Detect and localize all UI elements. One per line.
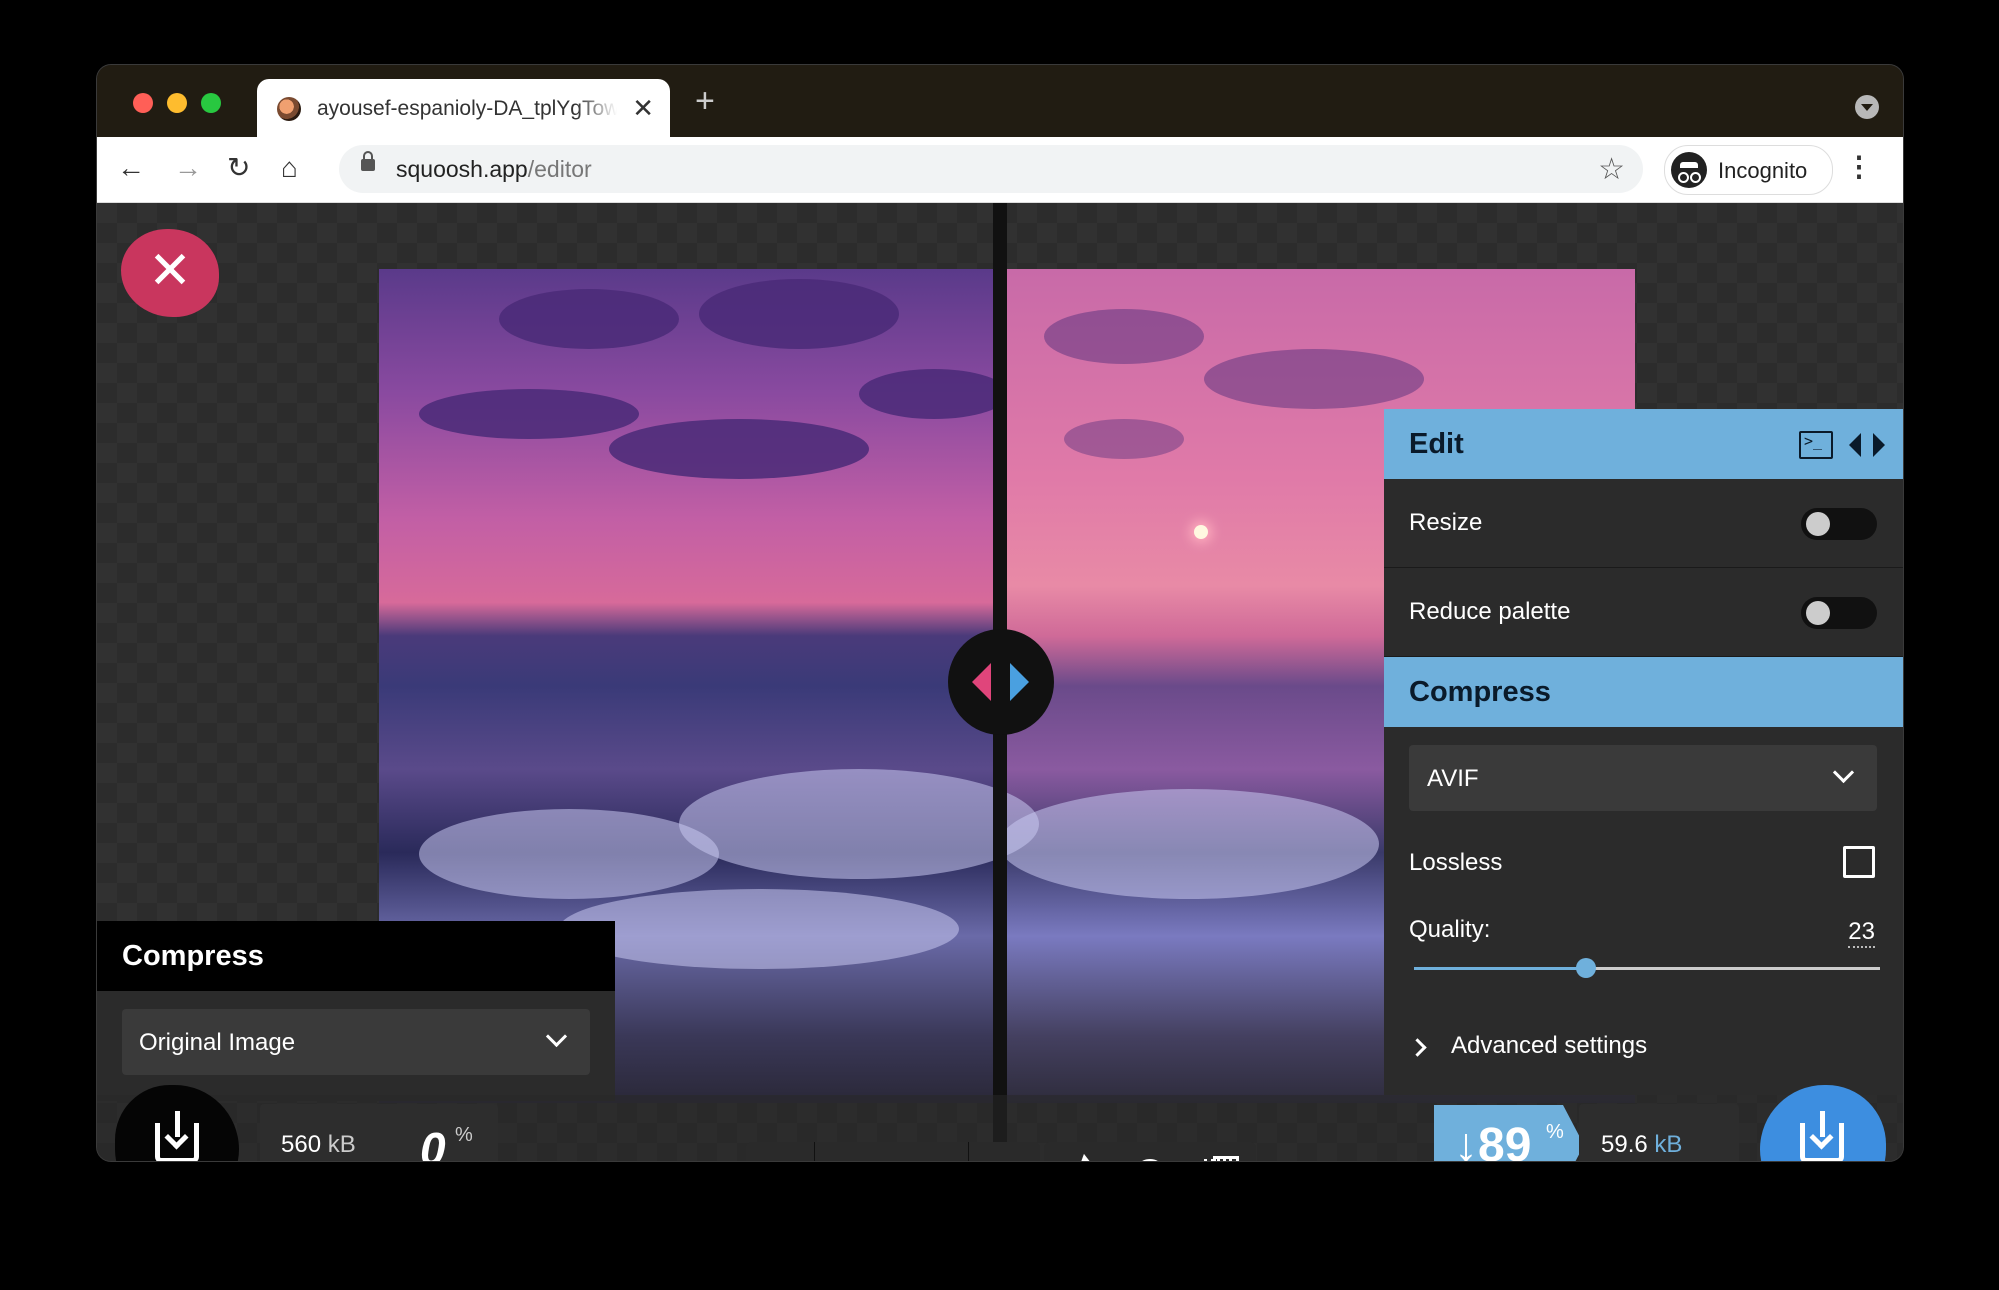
divider <box>968 1142 969 1161</box>
original-percent-symbol: % <box>455 1124 473 1146</box>
arrow-left-icon <box>972 663 991 701</box>
original-size: 560 kB <box>281 1131 356 1158</box>
window-close-button[interactable] <box>133 93 153 113</box>
wave-foam <box>419 809 719 899</box>
reduce-palette-toggle[interactable] <box>1801 597 1877 629</box>
crop-icon <box>1204 1156 1239 1161</box>
compressed-size: 59.6 kB <box>1601 1131 1683 1158</box>
window-maximize-button[interactable] <box>201 93 221 113</box>
quality-slider-thumb[interactable] <box>1576 958 1597 978</box>
divider <box>814 1142 815 1161</box>
incognito-profile-button[interactable]: Incognito <box>1664 145 1833 195</box>
wave-foam <box>999 789 1379 899</box>
left-codec-value: Original Image <box>139 1029 296 1056</box>
terminal-icon[interactable] <box>1799 431 1833 459</box>
original-percent: 0 <box>420 1123 446 1161</box>
rotate-button[interactable] <box>1044 1142 1114 1161</box>
background-toggle-button[interactable] <box>1114 1142 1184 1161</box>
browser-menu-icon[interactable]: ⋮ <box>1845 149 1873 185</box>
active-tab[interactable]: ayousef-espanioly-DA_tplYgTow ✕ <box>257 79 670 137</box>
url-text: squoosh.app/editor <box>396 156 592 182</box>
savings-percent: ↓89 <box>1454 1119 1532 1161</box>
quality-value-input[interactable]: 23 <box>1848 918 1875 948</box>
new-tab-button[interactable]: + <box>695 83 715 119</box>
left-compress-title: Compress <box>122 940 264 972</box>
tab-strip: ayousef-espanioly-DA_tplYgTow ✕ + <box>97 65 1903 137</box>
zoom-controls: − 30 % + <box>746 1142 1040 1161</box>
resize-label: Resize <box>1409 509 1483 536</box>
favicon-icon <box>277 97 301 121</box>
circle-icon <box>1134 1159 1166 1161</box>
close-editor-button[interactable]: ✕ <box>121 229 219 317</box>
lock-icon[interactable] <box>361 151 375 171</box>
wave-foam <box>559 889 959 969</box>
tab-search-icon[interactable] <box>1855 95 1879 119</box>
compressed-size-box: 59.6 kB <box>1579 1104 1739 1161</box>
chevron-down-icon <box>545 1025 568 1048</box>
savings-badge: ↓89 % <box>1434 1105 1584 1161</box>
codec-value: AVIF <box>1427 765 1479 792</box>
cloud-shape <box>1044 309 1204 364</box>
wave-foam <box>679 769 1039 879</box>
quality-label: Quality: <box>1409 916 1491 943</box>
zoom-in-button[interactable]: + <box>986 1154 1006 1161</box>
incognito-label: Incognito <box>1718 158 1808 183</box>
zoom-value-input[interactable]: 30 <box>862 1160 888 1161</box>
swap-sides-icon[interactable] <box>1849 433 1885 457</box>
view-tools <box>1044 1142 1256 1161</box>
zoom-out-button[interactable]: − <box>766 1156 785 1161</box>
edit-title: Edit <box>1409 428 1464 460</box>
back-icon[interactable]: ← <box>117 151 145 185</box>
address-bar[interactable]: squoosh.app/editor ☆ <box>339 145 1643 193</box>
incognito-icon <box>1671 152 1707 188</box>
cloud-shape <box>1204 349 1424 409</box>
crop-button[interactable] <box>1184 1142 1254 1161</box>
codec-select[interactable]: AVIF <box>1409 745 1877 811</box>
cloud-shape <box>419 389 639 439</box>
left-options-panel: Compress Original Image <box>97 921 615 1101</box>
split-drag-handle[interactable] <box>948 629 1054 735</box>
tab-close-icon[interactable]: ✕ <box>632 93 654 123</box>
resize-toggle[interactable] <box>1801 508 1877 540</box>
cloud-shape <box>699 279 899 349</box>
compress-title: Compress <box>1409 676 1551 708</box>
quality-slider-fill <box>1414 967 1587 970</box>
rotate-icon <box>1065 1158 1095 1161</box>
arrow-right-icon <box>1010 663 1029 701</box>
quality-slider[interactable] <box>1414 958 1880 978</box>
sun-shape <box>1194 525 1208 539</box>
cloud-shape <box>1064 419 1184 459</box>
chevron-down-icon <box>1832 761 1855 784</box>
download-icon <box>1800 1111 1844 1161</box>
bookmark-star-icon[interactable]: ☆ <box>1598 152 1625 187</box>
original-size-box: 560 kB 0 % <box>260 1104 498 1161</box>
reload-icon[interactable]: ↻ <box>227 151 250 185</box>
browser-window: ayousef-espanioly-DA_tplYgTow ✕ + ← → ↻ … <box>97 65 1903 1161</box>
advanced-settings-toggle[interactable]: Advanced settings <box>1451 1032 1647 1060</box>
reduce-palette-row: Reduce palette <box>1384 568 1903 657</box>
edit-header: Edit <box>1384 409 1903 479</box>
resize-row: Resize <box>1384 479 1903 568</box>
download-icon <box>155 1111 199 1161</box>
window-minimize-button[interactable] <box>167 93 187 113</box>
reduce-palette-label: Reduce palette <box>1409 598 1571 625</box>
left-codec-select[interactable]: Original Image <box>122 1009 590 1075</box>
lossless-checkbox[interactable] <box>1843 846 1875 878</box>
home-icon[interactable]: ⌂ <box>281 151 298 185</box>
close-icon: ✕ <box>148 242 192 300</box>
left-compress-header: Compress <box>97 921 615 991</box>
editor-canvas[interactable]: ✕ Edit Resize Reduce palette Compress AV… <box>97 203 1903 1161</box>
browser-toolbar: ← → ↻ ⌂ squoosh.app/editor ☆ Incognito ⋮ <box>97 137 1903 203</box>
cloud-shape <box>609 419 869 479</box>
tab-title: ayousef-espanioly-DA_tplYgTow <box>317 97 617 121</box>
cloud-shape <box>859 369 1009 419</box>
cloud-shape <box>499 289 679 349</box>
compress-header: Compress <box>1384 657 1903 727</box>
chevron-right-icon[interactable] <box>1408 1038 1427 1057</box>
savings-percent-symbol: % <box>1546 1121 1564 1143</box>
right-options-panel: Edit Resize Reduce palette Compress AVIF… <box>1384 409 1903 1095</box>
forward-icon[interactable]: → <box>174 151 202 185</box>
lossless-label: Lossless <box>1409 849 1503 876</box>
